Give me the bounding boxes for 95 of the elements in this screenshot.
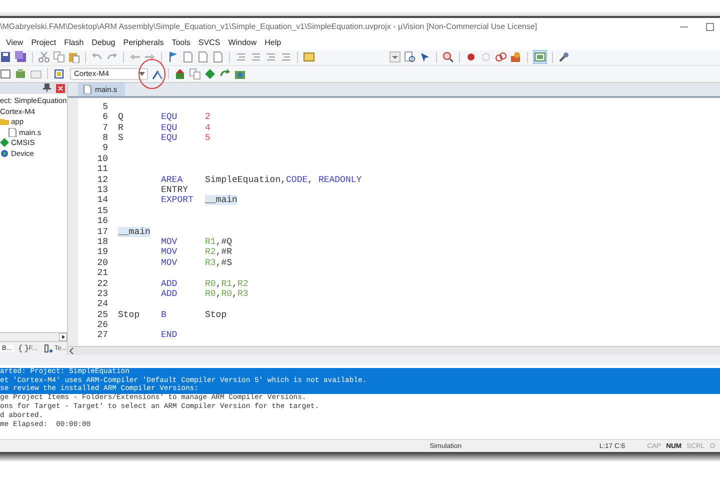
breakpoint-icon[interactable]: [465, 51, 477, 64]
menu-item[interactable]: Project: [27, 38, 60, 48]
annotation-circle: [137, 58, 167, 90]
window-title: \MGabryelski.FAM\Desktop\ARM Assembly\Simple_Equation_v1\Simple_Equation_v1\SimpleEquation.uvprojx - µVision [Non-Commercial Use License]: [0, 22, 538, 32]
code-text: R1,#Q: [205, 236, 234, 247]
code-text: R: [118, 122, 124, 133]
line-number: 5: [102, 102, 108, 112]
code-text: EXPORT: [161, 195, 194, 206]
document-search-icon[interactable]: [404, 51, 416, 64]
line-number: 23: [96, 288, 108, 299]
scroll-left-icon[interactable]: [68, 346, 76, 355]
braces-icon: [18, 344, 28, 353]
save-icon[interactable]: [0, 51, 12, 64]
line-number: 20: [96, 258, 108, 268]
code-text: R3,#S: [205, 258, 234, 268]
menu-item[interactable]: View: [2, 38, 28, 48]
code-text: R0,R0,R3: [205, 288, 250, 299]
code-text: ENTRY: [161, 184, 190, 195]
menu-item[interactable]: Flash: [60, 38, 88, 48]
scroll-right-icon[interactable]: [59, 332, 67, 341]
wrench-icon[interactable]: [558, 51, 570, 64]
line-number: 10: [96, 154, 108, 164]
line-number: 11: [96, 164, 108, 174]
menu-item[interactable]: Peripherals: [119, 38, 168, 48]
code-text: MOV: [161, 258, 178, 268]
line-number: 24: [96, 299, 108, 310]
menu-item[interactable]: Window: [224, 38, 261, 48]
code-text: MOV: [161, 236, 178, 247]
code-text: R0,R1,R2: [205, 278, 250, 288]
document-icon[interactable]: [197, 51, 209, 64]
code-text: MOV: [161, 247, 178, 258]
code-text: ADD: [161, 278, 178, 288]
code-text: 4: [205, 122, 212, 133]
code-text: 5: [205, 133, 212, 144]
line-number: 9: [102, 143, 108, 154]
pointer-icon[interactable]: [419, 51, 431, 64]
line-number: 8: [102, 133, 108, 144]
copy-icon[interactable]: [53, 51, 65, 64]
line-number: 26: [96, 320, 108, 330]
code-text: B: [161, 310, 168, 320]
pin-icon[interactable]: [42, 83, 52, 94]
code-text: R2,#R: [205, 247, 234, 258]
line-number: 15: [96, 206, 108, 216]
code-text: __main: [205, 195, 238, 206]
line-number: 7: [102, 122, 108, 133]
copy-icon[interactable]: [189, 68, 201, 80]
folder-icon[interactable]: [0, 117, 9, 126]
code-text: END: [161, 330, 178, 340]
cut-icon[interactable]: [38, 51, 50, 64]
line-number: 18: [96, 236, 108, 247]
menu-item[interactable]: SVCS: [194, 38, 224, 48]
dropdown-icon[interactable]: [389, 51, 401, 64]
menu-item[interactable]: Help: [260, 38, 286, 48]
line-number: 27: [96, 330, 108, 340]
file-icon[interactable]: [8, 128, 17, 137]
menu-item[interactable]: Debug: [88, 38, 120, 48]
magnifier-icon[interactable]: [442, 51, 454, 64]
indent-icon[interactable]: [235, 51, 247, 64]
maximize-icon[interactable]: [704, 20, 716, 33]
line-number: 25: [96, 310, 108, 320]
diamond-icon[interactable]: [0, 138, 9, 148]
line-number: 22: [96, 278, 108, 288]
code-text: __main: [118, 226, 152, 237]
code-text: EQU: [161, 112, 178, 122]
code-text: ADD: [161, 288, 178, 299]
file-icon: [83, 84, 92, 94]
line-number: 12: [96, 174, 108, 185]
code-text: 2: [205, 112, 212, 122]
caret-icon: [138, 70, 146, 78]
document-icon[interactable]: [212, 51, 224, 64]
code-text: S: [118, 133, 124, 144]
line-number: 16: [96, 216, 108, 226]
document-icon[interactable]: [182, 51, 194, 64]
code-text: Stop: [118, 310, 141, 320]
flag-icon[interactable]: [167, 51, 179, 64]
line-number: 13: [96, 184, 108, 195]
code-text: Stop: [205, 310, 228, 320]
line-number: 17: [96, 226, 108, 237]
code-text: EQU: [161, 133, 178, 144]
paste-icon[interactable]: [68, 51, 80, 64]
linked-circles-icon[interactable]: [495, 51, 507, 64]
line-number: 14: [96, 195, 108, 206]
save-all-icon[interactable]: [15, 51, 27, 64]
close-icon[interactable]: [56, 84, 65, 93]
line-number: 19: [96, 247, 108, 258]
window-icon[interactable]: [303, 51, 315, 64]
code-text: Q: [118, 112, 124, 122]
window-layout-icon[interactable]: [534, 51, 546, 64]
line-number: 21: [96, 268, 108, 278]
diamond-icon[interactable]: [204, 68, 216, 80]
line-number: 6: [102, 112, 108, 122]
menu-item[interactable]: Tools: [168, 38, 194, 48]
code-text: AREA: [161, 174, 184, 185]
code-text: EQU: [161, 122, 178, 133]
code-text: SimpleEquation,CODE, READONLY: [205, 174, 363, 185]
